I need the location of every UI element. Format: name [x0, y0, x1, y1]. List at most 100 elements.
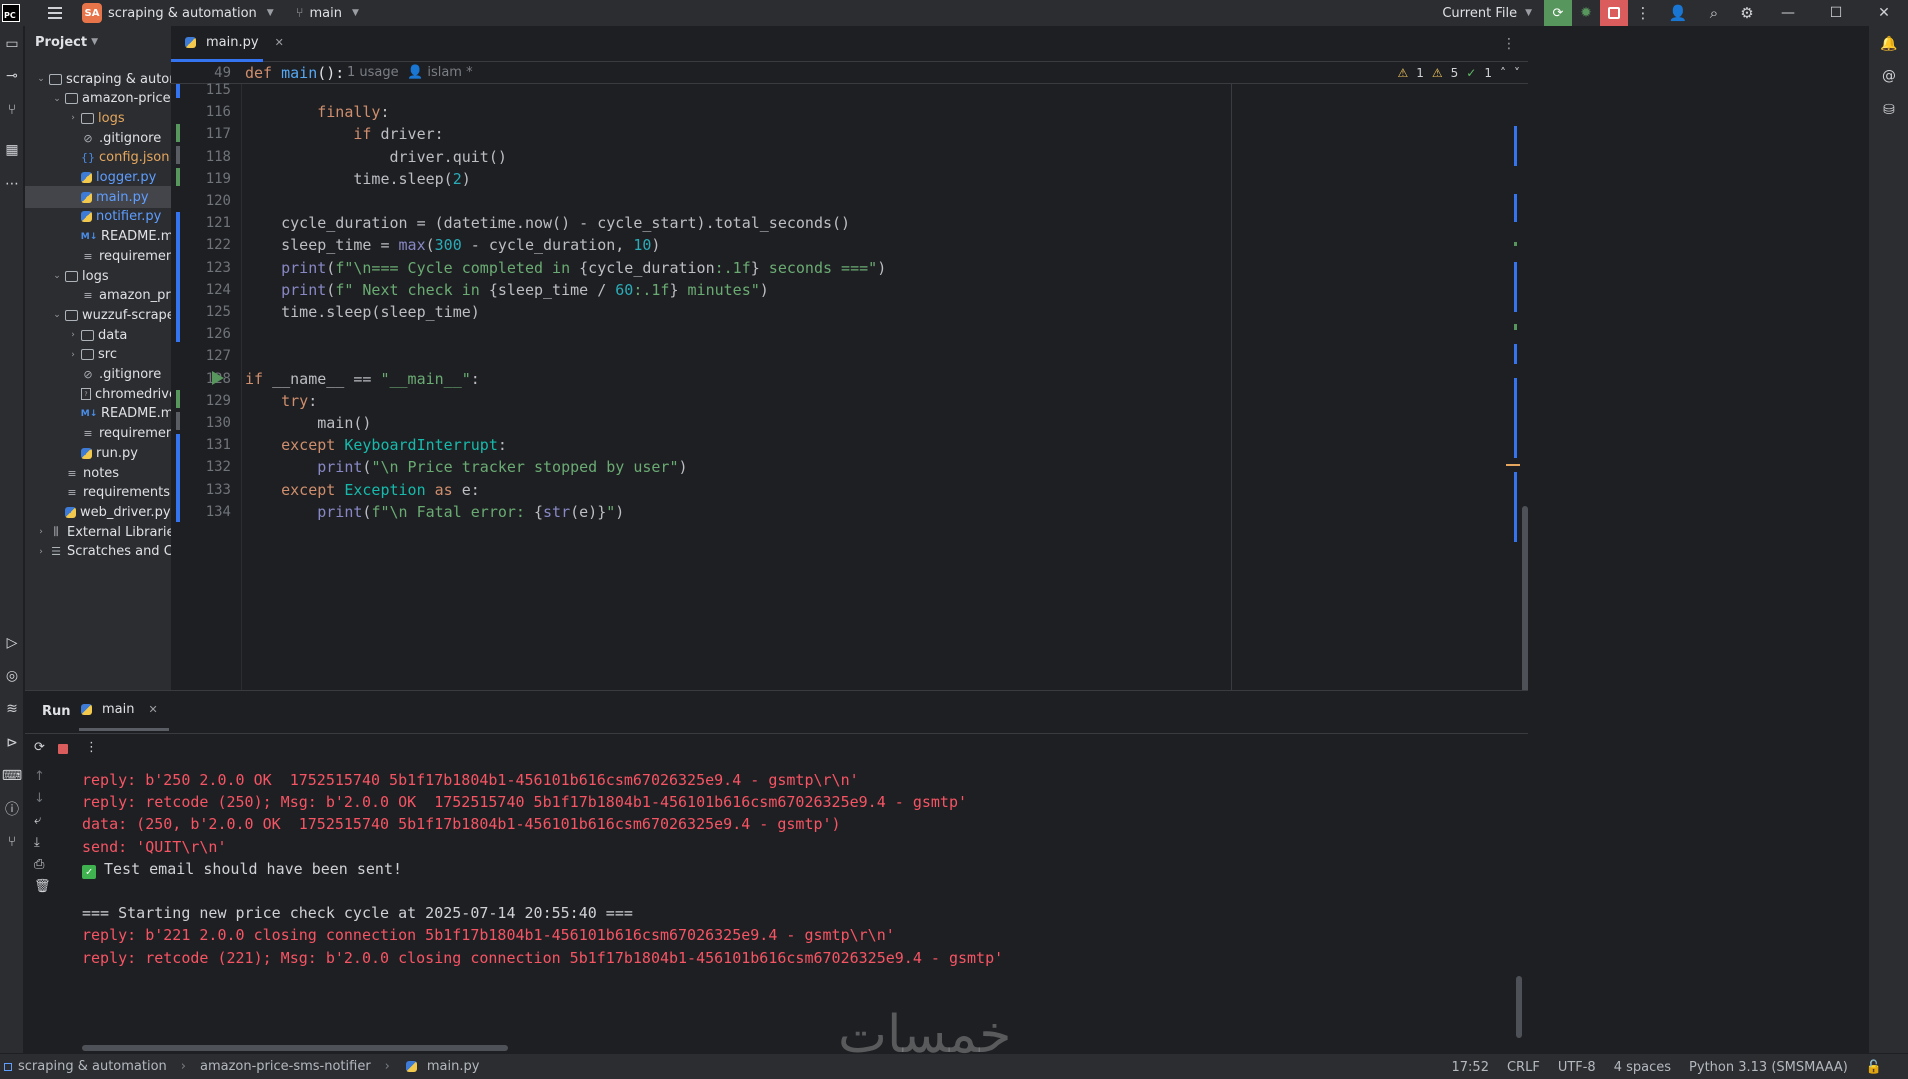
tree-item[interactable]: › ☰ Scratches and Cons [25, 541, 171, 563]
line-number[interactable]: 125 [171, 304, 231, 320]
scroll-down-icon[interactable]: ↓ [34, 791, 45, 806]
breadcrumb-item[interactable]: scraping & automation [18, 1059, 167, 1074]
console-vertical-scrollbar[interactable] [1516, 976, 1522, 1038]
inspections-widget[interactable]: ⚠ 1 ⚠ 5 ✓ 1 ˄ ˅ [1397, 66, 1520, 80]
tree-item[interactable]: ⊘ .gitignore [25, 364, 171, 386]
vcs-change-marker[interactable] [176, 434, 180, 522]
line-number[interactable]: 129 [171, 393, 231, 409]
error-stripe-mark[interactable] [1514, 378, 1517, 458]
chevron-down-icon[interactable]: ⌄ [35, 74, 47, 84]
ai-assistant-button[interactable]: @ [1877, 64, 1901, 88]
line-number[interactable]: 118 [171, 149, 231, 165]
trash-icon[interactable]: 🗑 [34, 879, 51, 894]
main-menu-button[interactable] [40, 0, 70, 26]
lock-icon[interactable]: 🔓 [1866, 1060, 1882, 1075]
maximize-button[interactable]: ☐ [1812, 0, 1860, 26]
line-number[interactable]: 120 [171, 193, 231, 209]
error-stripe-mark[interactable] [1514, 262, 1517, 312]
error-stripe-mark[interactable] [1514, 344, 1517, 364]
tree-item[interactable]: ⌄ wuzzuf-scraper- [25, 304, 171, 326]
more-actions-button[interactable]: ⋮ [1628, 0, 1658, 26]
project-switcher[interactable]: SA scraping & automation ▼ [82, 3, 274, 23]
code-line[interactable]: print("\n Price tracker stopped by user"… [245, 458, 687, 476]
code-line[interactable]: try: [245, 392, 317, 410]
error-stripe-mark[interactable] [1514, 472, 1517, 542]
tab-main-py[interactable]: main.py ✕ [171, 26, 284, 62]
tree-item[interactable]: main.py [25, 186, 171, 209]
tree-item[interactable]: ⊘ .gitignore [25, 127, 171, 149]
indent-setting[interactable]: 4 spaces [1614, 1060, 1671, 1075]
error-stripe-mark[interactable] [1514, 194, 1517, 222]
python-packages-tool-button[interactable]: ◎ [0, 664, 24, 688]
console-line[interactable]: reply: b'221 2.0.0 closing connection 5b… [82, 926, 895, 944]
rerun-button[interactable]: ⟳ [1544, 0, 1572, 26]
line-number[interactable]: 121 [171, 215, 231, 231]
caret-stripe-mark[interactable] [1506, 464, 1520, 466]
code-line[interactable]: if __name__ == "__main__": [245, 370, 480, 388]
chevron-right-icon[interactable]: › [67, 113, 79, 123]
error-stripe-mark[interactable] [1514, 242, 1517, 246]
breadcrumb-item[interactable]: amazon-price-sms-notifier [200, 1059, 371, 1074]
project-panel-header[interactable]: Project ▼ [25, 26, 171, 58]
vcs-added-marker[interactable] [176, 168, 180, 186]
editor-scrollbar[interactable] [1522, 506, 1528, 696]
code-line[interactable]: except KeyboardInterrupt: [245, 436, 507, 454]
code-line[interactable]: finally: [245, 103, 389, 121]
line-number[interactable]: 123 [171, 260, 231, 276]
tree-item[interactable]: ≡ amazon_price [25, 285, 171, 307]
chevron-down-icon[interactable]: ⌄ [51, 271, 63, 281]
chevron-right-icon[interactable]: › [35, 527, 47, 537]
caret-position[interactable]: 17:52 [1452, 1060, 1489, 1075]
git-tool-button[interactable]: ⑂ [0, 830, 24, 854]
tree-item[interactable]: ≡ requirements. [25, 423, 171, 445]
line-number[interactable]: 133 [171, 482, 231, 498]
close-tab-icon[interactable]: ✕ [275, 36, 284, 49]
scroll-to-end-icon[interactable]: ⤓ [34, 835, 40, 850]
sticky-scope-header[interactable]: 49 def main(): 1 usage 👤 islam * [171, 62, 1528, 84]
tree-item[interactable]: web_driver.py [25, 501, 171, 523]
tree-item[interactable]: › data [25, 324, 171, 346]
chevron-right-icon[interactable]: › [67, 350, 79, 360]
tree-item[interactable]: › src [25, 344, 171, 366]
tree-item[interactable]: ⌄ scraping & automati [25, 68, 171, 90]
layers-tool-button[interactable]: ≋ [0, 697, 24, 721]
code-line[interactable]: except Exception as e: [245, 481, 480, 499]
database-button[interactable]: ⛁ [1877, 98, 1901, 122]
console-line[interactable]: === Starting new price check cycle at 20… [82, 904, 633, 922]
code-line[interactable]: time.sleep(2) [245, 170, 470, 188]
line-number[interactable]: 132 [171, 459, 231, 475]
line-number[interactable]: 131 [171, 437, 231, 453]
stop-button[interactable] [58, 744, 68, 754]
run-config-selector[interactable]: Current File ▼ [1442, 6, 1532, 21]
line-number[interactable]: 126 [171, 326, 231, 342]
tree-item[interactable]: logger.py [25, 167, 171, 189]
code-line[interactable]: sleep_time = max(300 - cycle_duration, 1… [245, 236, 660, 254]
console-horizontal-scrollbar[interactable] [82, 1045, 508, 1051]
chevron-down-icon[interactable]: ⌄ [51, 310, 63, 320]
vcs-modified-marker[interactable] [176, 146, 180, 164]
console-line[interactable]: data: (250, b'2.0.0 OK 1752515740 5b1f17… [82, 815, 841, 833]
tree-item[interactable]: M↓README.md [25, 226, 171, 248]
soft-wrap-icon[interactable]: ⤶ [34, 813, 41, 828]
console-line[interactable]: send: 'QUIT\r\n' [82, 838, 227, 856]
chevron-right-icon[interactable]: › [67, 330, 79, 340]
console-line[interactable]: reply: b'250 2.0.0 OK 1752515740 5b1f17b… [82, 771, 859, 789]
vcs-change-marker[interactable] [176, 212, 180, 342]
minimize-button[interactable]: — [1764, 0, 1812, 26]
search-button[interactable]: ⌕ [1698, 0, 1730, 26]
code-line[interactable]: cycle_duration = (datetime.now() - cycle… [245, 214, 850, 232]
run-tool-button[interactable]: ▷ [0, 631, 24, 655]
vcs-added-marker[interactable] [176, 390, 180, 408]
code-line[interactable]: print(f"\n Fatal error: {str(e)}") [245, 503, 624, 521]
tree-item[interactable]: ≡ requirements.txt [25, 482, 171, 504]
breadcrumb-item[interactable]: main.py [427, 1059, 480, 1074]
settings-button[interactable]: ⚙ [1730, 0, 1764, 26]
debug-button[interactable]: ✹ [1572, 0, 1600, 26]
print-icon[interactable]: ⎙ [34, 857, 44, 872]
author-hint[interactable]: 👤 islam * [407, 65, 473, 80]
commit-tool-button[interactable]: ⊸ [0, 64, 24, 88]
tree-item[interactable]: {} config.json [25, 147, 171, 169]
line-number[interactable]: 115 [171, 82, 231, 98]
structure-tool-button[interactable]: ▦ [0, 138, 24, 162]
tree-item[interactable]: ? chromedriver. [25, 383, 171, 405]
